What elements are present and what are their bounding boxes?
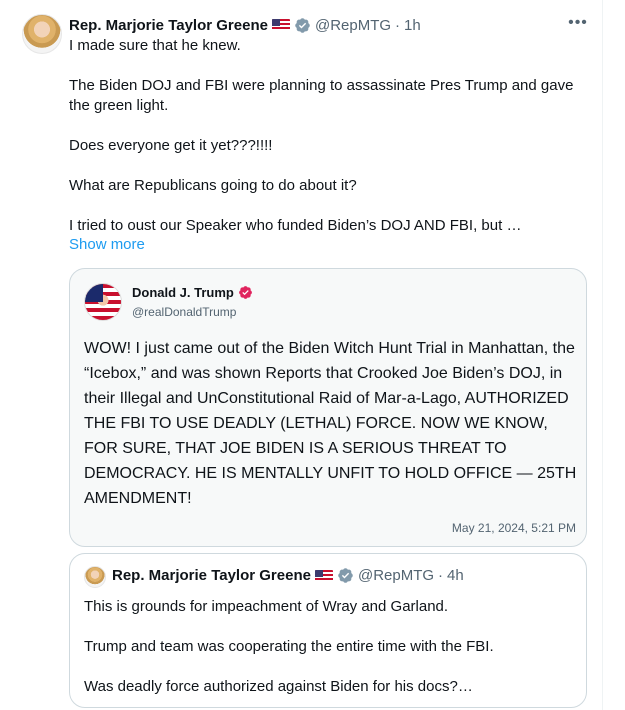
- quoted-author-row: Donald J. Trump: [132, 285, 253, 300]
- quoted-post-text: WOW! I just came out of the Biden Witch …: [84, 340, 577, 507]
- tweet-line: [69, 196, 589, 216]
- tweet-line: I made sure that he knew.: [69, 37, 241, 54]
- quoted-post-card-2[interactable]: Rep. Marjorie Taylor Greene @RepMTG · 4h…: [69, 553, 587, 708]
- tweet-detail: Rep. Marjorie Taylor Greene @RepMTG · 1h…: [0, 0, 603, 710]
- show-more-link[interactable]: Show more: [69, 236, 145, 253]
- quoted-author-name[interactable]: Rep. Marjorie Taylor Greene: [112, 567, 311, 584]
- tweet-line: The Biden DOJ and FBI were planning to a…: [69, 77, 574, 114]
- tweet-time[interactable]: 1h: [404, 17, 421, 34]
- quoted-line: [84, 617, 578, 637]
- quoted-line: Was deadly force authorized against Bide…: [84, 678, 473, 695]
- quoted-post-time[interactable]: 4h: [447, 567, 464, 584]
- quoted-line: This is grounds for impeachment of Wray …: [84, 598, 449, 615]
- quoted-author-name[interactable]: Donald J. Trump: [132, 285, 234, 300]
- quoted-post-text: This is grounds for impeachment of Wray …: [84, 597, 578, 697]
- tweet-line: [69, 156, 589, 176]
- author-handle[interactable]: @RepMTG: [315, 17, 391, 34]
- separator-dot: ·: [395, 16, 401, 34]
- quoted-author-handle[interactable]: @realDonaldTrump: [132, 305, 236, 319]
- separator-dot: ·: [438, 567, 444, 584]
- tweet-text: I made sure that he knew. The Biden DOJ …: [69, 36, 589, 236]
- government-verified-badge-icon: [338, 568, 353, 583]
- tweet-line: [69, 56, 589, 76]
- verified-badge-icon: [238, 286, 252, 299]
- quoted-author-handle[interactable]: @RepMTG: [358, 567, 434, 584]
- quoted-line: [84, 657, 578, 677]
- government-verified-badge-icon: [295, 17, 310, 33]
- quoted-author-avatar[interactable]: [84, 566, 106, 588]
- author-avatar[interactable]: [22, 14, 62, 54]
- tweet-line: I tried to oust our Speaker who funded B…: [69, 217, 522, 234]
- tweet-line: [69, 116, 589, 136]
- quoted-line: Trump and team was cooperating the entir…: [84, 638, 494, 655]
- tweet-header: Rep. Marjorie Taylor Greene @RepMTG · 1h: [69, 15, 421, 35]
- tweet-line: What are Republicans going to do about i…: [69, 177, 357, 194]
- us-flag-icon: [314, 569, 333, 582]
- quoted-author-avatar[interactable]: [84, 283, 122, 321]
- us-flag-icon: [271, 19, 290, 31]
- more-horizontal-icon[interactable]: •••: [567, 12, 589, 34]
- quoted-post-date: May 21, 2024, 5:21 PM: [451, 521, 576, 535]
- author-name[interactable]: Rep. Marjorie Taylor Greene: [69, 17, 268, 34]
- quoted-post-header: Rep. Marjorie Taylor Greene @RepMTG · 4h: [112, 567, 464, 584]
- quoted-post-card[interactable]: Donald J. Trump @realDonaldTrump WOW! I …: [69, 268, 587, 547]
- tweet-line: Does everyone get it yet???!!!!: [69, 137, 273, 154]
